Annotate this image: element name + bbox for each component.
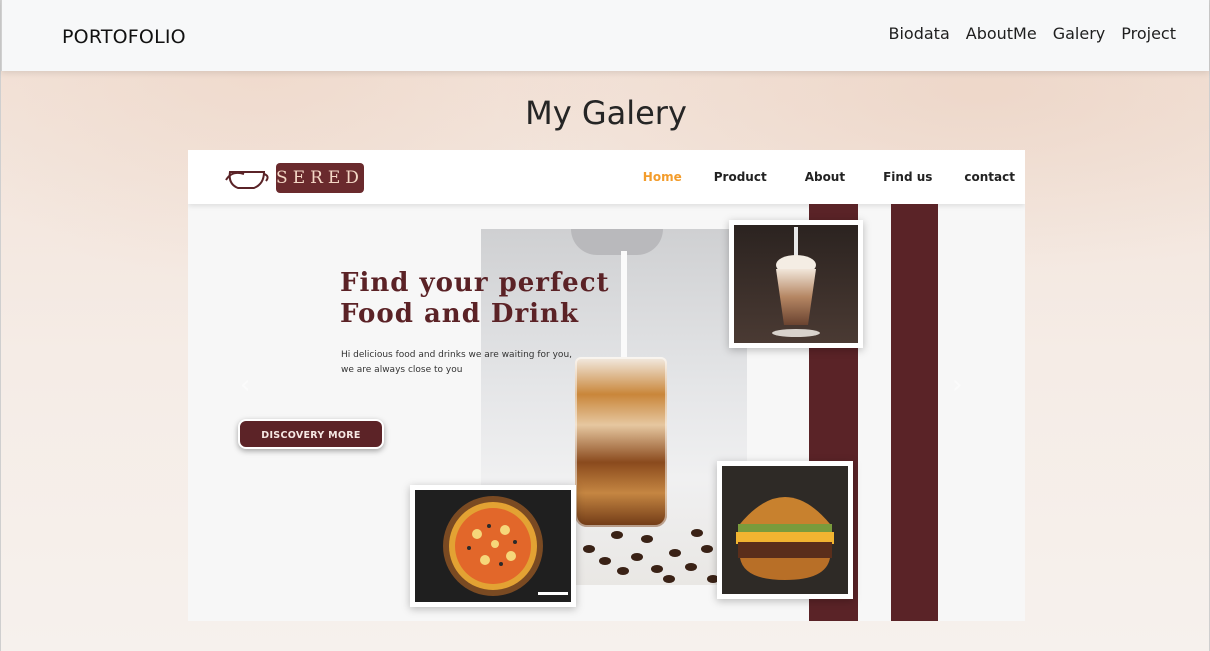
pizza-image: [415, 490, 571, 602]
hero-title-line: Food and Drink: [340, 299, 579, 329]
slide-site-menu: Home Product About Find us contact: [643, 170, 1015, 184]
coffee-cup-icon: [225, 171, 269, 189]
milk-stream: [621, 251, 627, 361]
nav-link-project[interactable]: Project: [1121, 24, 1176, 43]
milk-jug: [571, 229, 663, 255]
slide-menu-home: Home: [642, 170, 682, 184]
gallery-carousel[interactable]: SERED Home Product About Find us contact: [188, 150, 1025, 621]
pizza-photo: [410, 485, 576, 607]
slide-hero-title: Find your perfect Food and Drink: [340, 268, 610, 330]
slide-menu-contact: contact: [964, 170, 1015, 184]
coffee-glass: [575, 357, 667, 527]
maroon-stripe: [891, 204, 938, 621]
top-navbar: PORTOFOLIO Biodata AboutMe Galery Projec…: [1, 0, 1209, 71]
brand-logo[interactable]: PORTOFOLIO: [62, 26, 186, 48]
nav-link-galery[interactable]: Galery: [1053, 24, 1106, 43]
discovery-more-button: DISCOVERY MORE: [238, 419, 384, 449]
slide-menu-about: About: [804, 170, 846, 184]
slide-hero-subtitle: Hi delicious food and drinks we are wait…: [341, 348, 572, 378]
nav-link-aboutme[interactable]: AboutMe: [966, 24, 1037, 43]
slide-site-logo: SERED: [276, 163, 364, 193]
milkshake-image: [734, 225, 858, 343]
gallery-title: My Galery: [525, 94, 687, 132]
burger-photo: [717, 461, 853, 599]
hero-title-line: Find your perfect: [340, 268, 610, 298]
carousel-indicator-active[interactable]: [538, 592, 568, 595]
burger-image: [722, 466, 848, 594]
slide-menu-find-us: Find us: [883, 170, 933, 184]
slide-site-navbar: SERED Home Product About Find us contact: [188, 150, 1025, 204]
nav-link-biodata[interactable]: Biodata: [889, 24, 950, 43]
milkshake-photo: [729, 220, 863, 348]
nav-links: Biodata AboutMe Galery Project: [889, 24, 1177, 43]
hero-sub-line: we are always close to you: [341, 365, 463, 375]
chevron-right-icon[interactable]: ›: [952, 372, 972, 398]
slide-menu-product: Product: [713, 170, 767, 184]
hero-sub-line: Hi delicious food and drinks we are wait…: [341, 350, 573, 360]
chevron-left-icon[interactable]: ‹: [240, 372, 260, 398]
